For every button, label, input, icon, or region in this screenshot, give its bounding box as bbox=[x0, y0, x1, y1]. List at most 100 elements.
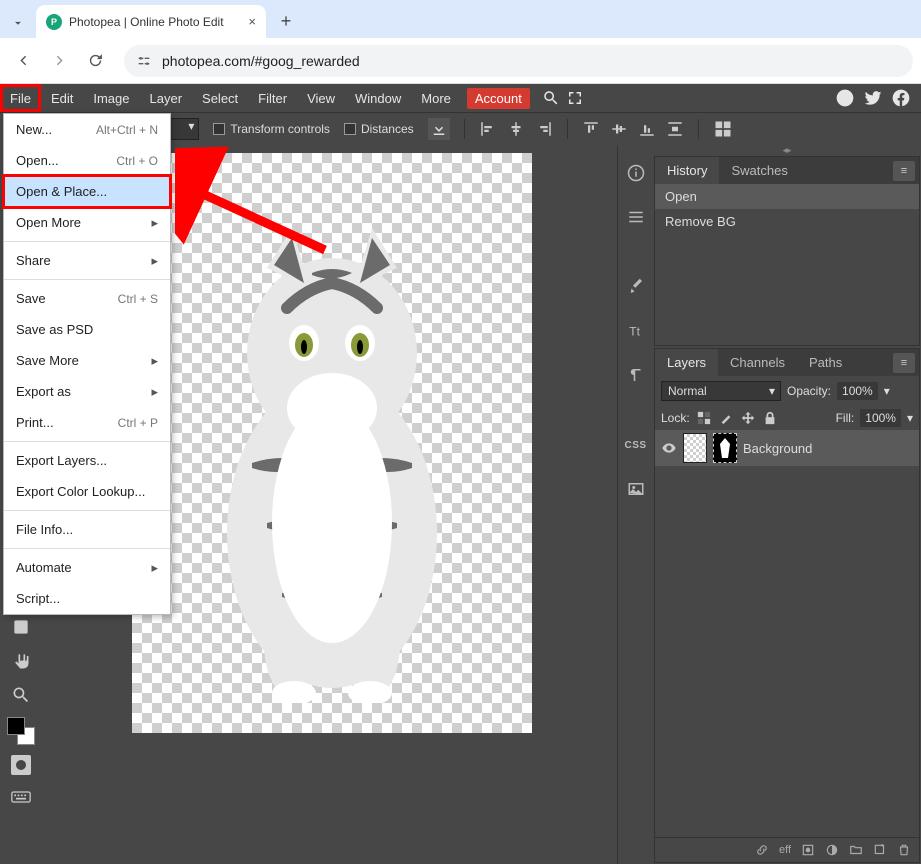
channels-tab[interactable]: Channels bbox=[718, 349, 797, 376]
download-icon[interactable] bbox=[428, 118, 450, 140]
app-menubar: File Edit Image Layer Select Filter View… bbox=[0, 84, 921, 112]
swatches-tab[interactable]: Swatches bbox=[719, 157, 799, 184]
reddit-icon[interactable] bbox=[835, 88, 855, 108]
menu-save[interactable]: SaveCtrl + S bbox=[4, 283, 170, 314]
align-left-icon[interactable] bbox=[479, 120, 497, 138]
menu-save-psd[interactable]: Save as PSD bbox=[4, 314, 170, 345]
align-right-icon[interactable] bbox=[535, 120, 553, 138]
lock-position-icon[interactable] bbox=[740, 410, 756, 426]
css-panel-button[interactable]: CSS bbox=[622, 431, 650, 459]
opacity-value[interactable]: 100% bbox=[837, 382, 878, 400]
dropdown-icon[interactable]: ▾ bbox=[884, 384, 890, 398]
lock-transparency-icon[interactable] bbox=[696, 410, 712, 426]
distances-checkbox[interactable]: Distances bbox=[344, 122, 414, 136]
menu-new[interactable]: New...Alt+Ctrl + N bbox=[4, 114, 170, 145]
menu-share[interactable]: Share▸ bbox=[4, 245, 170, 276]
menu-more[interactable]: More bbox=[411, 84, 461, 112]
twitter-icon[interactable] bbox=[863, 88, 883, 108]
menu-filter[interactable]: Filter bbox=[248, 84, 297, 112]
keyboard-icon[interactable] bbox=[9, 785, 33, 809]
histogram-panel-button[interactable] bbox=[622, 203, 650, 231]
menu-select[interactable]: Select bbox=[192, 84, 248, 112]
canvas[interactable] bbox=[132, 153, 532, 733]
character-panel-button[interactable]: Tt bbox=[622, 317, 650, 345]
link-layers-icon[interactable] bbox=[755, 843, 769, 857]
fullscreen-icon[interactable] bbox=[566, 89, 584, 107]
paragraph-panel-button[interactable] bbox=[622, 361, 650, 389]
layer-thumbnail[interactable] bbox=[683, 433, 707, 463]
history-tab[interactable]: History bbox=[655, 157, 719, 184]
align-center-v-icon[interactable] bbox=[610, 120, 628, 138]
menu-image[interactable]: Image bbox=[83, 84, 139, 112]
dropdown-icon[interactable]: ▾ bbox=[907, 411, 913, 425]
menu-file-info[interactable]: File Info... bbox=[4, 514, 170, 545]
delete-icon[interactable] bbox=[897, 843, 911, 857]
align-center-h-icon[interactable] bbox=[507, 120, 525, 138]
zoom-tool[interactable] bbox=[9, 683, 33, 707]
visibility-icon[interactable] bbox=[661, 440, 677, 456]
menu-automate[interactable]: Automate▸ bbox=[4, 552, 170, 583]
quick-mask-button[interactable] bbox=[11, 755, 31, 775]
reload-button[interactable] bbox=[80, 46, 110, 76]
site-settings-icon[interactable] bbox=[136, 53, 152, 69]
layers-tab[interactable]: Layers bbox=[655, 349, 718, 376]
align-bottom-icon[interactable] bbox=[638, 120, 656, 138]
transform-controls-checkbox[interactable]: Transform controls bbox=[213, 122, 330, 136]
menu-window[interactable]: Window bbox=[345, 84, 411, 112]
collapse-handle[interactable]: ◂▸ bbox=[653, 145, 921, 155]
menu-print[interactable]: Print...Ctrl + P bbox=[4, 407, 170, 438]
folder-icon[interactable] bbox=[849, 843, 863, 857]
tab-search-button[interactable] bbox=[0, 8, 36, 38]
eff-label[interactable]: eff bbox=[779, 844, 791, 856]
image-panel-button[interactable] bbox=[622, 475, 650, 503]
fill-value[interactable]: 100% bbox=[860, 409, 901, 427]
layer-name[interactable]: Background bbox=[743, 441, 812, 456]
panel-menu-button[interactable]: ≡ bbox=[893, 353, 915, 373]
menu-export-as[interactable]: Export as▸ bbox=[4, 376, 170, 407]
menu-file[interactable]: File bbox=[0, 84, 41, 112]
menu-export-layers[interactable]: Export Layers... bbox=[4, 445, 170, 476]
paths-tab[interactable]: Paths bbox=[797, 349, 854, 376]
menu-open-more[interactable]: Open More▸ bbox=[4, 207, 170, 238]
layer-mask-thumbnail[interactable] bbox=[713, 433, 737, 463]
distribute-icon[interactable] bbox=[666, 120, 684, 138]
search-icon[interactable] bbox=[542, 89, 560, 107]
address-bar[interactable]: photopea.com/#goog_rewarded bbox=[124, 45, 913, 77]
adjustment-icon[interactable] bbox=[825, 843, 839, 857]
panel-menu-button[interactable]: ≡ bbox=[893, 161, 915, 181]
layer-row[interactable]: Background bbox=[655, 430, 919, 466]
tab-close-button[interactable]: × bbox=[248, 14, 256, 29]
lock-all-icon[interactable] bbox=[762, 410, 778, 426]
info-panel-button[interactable] bbox=[622, 159, 650, 187]
menu-save-more[interactable]: Save More▸ bbox=[4, 345, 170, 376]
align-top-icon[interactable] bbox=[582, 120, 600, 138]
blend-mode-select[interactable]: Normal bbox=[661, 381, 781, 401]
history-item[interactable]: Open bbox=[655, 184, 919, 209]
account-button[interactable]: Account bbox=[467, 88, 530, 109]
lock-image-icon[interactable] bbox=[718, 410, 734, 426]
forward-button[interactable] bbox=[44, 46, 74, 76]
history-item[interactable]: Remove BG bbox=[655, 209, 919, 234]
favicon-icon: P bbox=[46, 14, 62, 30]
hand-tool[interactable] bbox=[9, 649, 33, 673]
back-button[interactable] bbox=[8, 46, 38, 76]
distances-label: Distances bbox=[361, 122, 414, 136]
menu-layer[interactable]: Layer bbox=[140, 84, 193, 112]
menu-export-color-lookup[interactable]: Export Color Lookup... bbox=[4, 476, 170, 507]
menu-edit[interactable]: Edit bbox=[41, 84, 83, 112]
facebook-icon[interactable] bbox=[891, 88, 911, 108]
brush-panel-button[interactable] bbox=[622, 273, 650, 301]
menu-view[interactable]: View bbox=[297, 84, 345, 112]
svg-text:Tt: Tt bbox=[629, 325, 640, 339]
menu-script[interactable]: Script... bbox=[4, 583, 170, 614]
shape-tool[interactable] bbox=[9, 615, 33, 639]
browser-tab[interactable]: P Photopea | Online Photo Edit × bbox=[36, 5, 266, 38]
new-layer-icon[interactable] bbox=[873, 843, 887, 857]
auto-select-dropdown[interactable] bbox=[170, 118, 199, 140]
menu-open-and-place[interactable]: Open & Place... bbox=[4, 176, 170, 207]
menu-open[interactable]: Open...Ctrl + O bbox=[4, 145, 170, 176]
grid-icon[interactable] bbox=[713, 119, 733, 139]
color-swatches[interactable] bbox=[7, 717, 35, 745]
mask-icon[interactable] bbox=[801, 843, 815, 857]
new-tab-button[interactable]: + bbox=[272, 7, 300, 35]
